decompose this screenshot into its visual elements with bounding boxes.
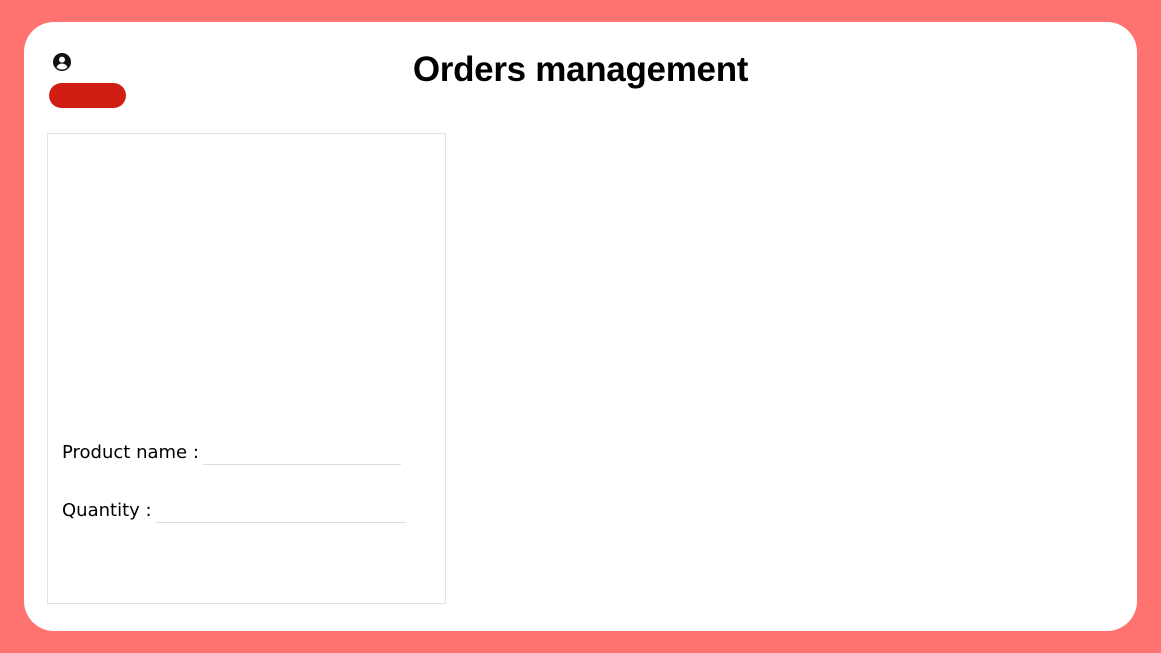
- product-name-row: Product name :: [62, 437, 401, 465]
- quantity-row: Quantity :: [62, 495, 406, 523]
- product-name-input[interactable]: [202, 437, 401, 465]
- quantity-input[interactable]: [155, 495, 406, 523]
- product-form-panel: Product name : Quantity :: [47, 133, 446, 604]
- page-title: Orders management: [412, 50, 749, 89]
- product-name-label: Product name :: [62, 442, 199, 463]
- quantity-label: Quantity :: [62, 500, 152, 521]
- main-card: Orders management Product name : Quantit…: [24, 22, 1137, 631]
